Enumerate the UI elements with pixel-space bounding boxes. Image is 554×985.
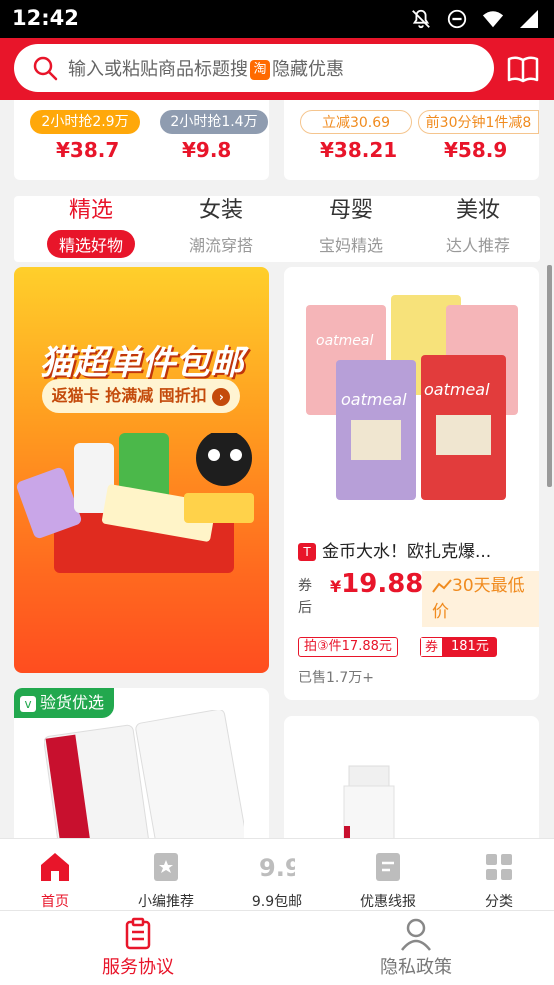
wifi-icon <box>482 8 504 30</box>
sold-count: 已售1.7万+ <box>298 670 374 686</box>
nav-category[interactable]: 分类 <box>444 849 554 911</box>
do-not-disturb-icon <box>446 8 468 30</box>
discount-tag: 前30分钟1件减8 <box>418 110 539 134</box>
price: ¥9.8 <box>182 138 232 162</box>
recommend-icon <box>154 853 178 881</box>
tab-featured[interactable]: 精选 精选好物 <box>26 196 156 258</box>
privacy-policy[interactable]: 隐私政策 <box>316 917 516 979</box>
service-agreement[interactable]: 服务协议 <box>38 917 238 979</box>
user-icon <box>401 918 431 951</box>
taobao-icon: 淘 <box>250 60 270 80</box>
arrow-right-icon: › <box>212 387 231 406</box>
product-title: T 金币大水！欧扎克爆... <box>298 537 491 562</box>
deals-icon <box>376 853 400 881</box>
content-feed[interactable]: 2小时抢2.9万 2小时抢1.4万 ¥38.7 ¥9.8 立减30.69 前30… <box>0 100 554 838</box>
tab-womens-clothing[interactable]: 女装 潮流穿搭 <box>156 196 286 258</box>
category-icon <box>486 854 512 880</box>
policy-bar: 服务协议 隐私政策 <box>0 910 554 985</box>
nav-nine-nine[interactable]: 9.9 9.9包邮 <box>222 849 332 911</box>
status-bar: 12:42 <box>0 0 554 38</box>
top-card-right[interactable]: 立减30.69 前30分钟1件减8 ¥38.21 ¥58.9 <box>284 100 539 180</box>
sales-tag: 2小时抢1.4万 <box>160 110 268 134</box>
tab-beauty[interactable]: 美妆 达人推荐 <box>416 196 540 258</box>
header: 输入或粘贴商品标题搜淘隐藏优惠 <box>0 38 554 100</box>
shield-check-icon: v <box>20 696 36 712</box>
search-icon <box>33 56 58 81</box>
coupon-after-label: 券后 <box>298 578 312 616</box>
banner-title: 猫超单件包邮 <box>39 343 244 383</box>
svg-text:oatmeal: oatmeal <box>424 380 490 399</box>
signal-icon <box>518 8 540 30</box>
category-tabs: 精选 精选好物 女装 潮流穿搭 母婴 宝妈精选 美妆 达人推荐 <box>14 196 540 262</box>
banner-subtitle: 返猫卡 抢满减 囤折扣 › <box>42 379 240 413</box>
price: ¥38.21 <box>320 138 398 162</box>
coupon-badge: 券 181元 <box>420 637 497 657</box>
price: ¥58.9 <box>444 138 508 162</box>
product-card[interactable]: oatmeal oatmeal oatmeal T 金币大水！欧扎克爆... 券后… <box>284 267 539 700</box>
status-time: 12:42 <box>12 6 79 30</box>
tmall-supermarket-banner[interactable]: 猫超单件包邮 返猫卡 抢满减 囤折扣 › <box>14 267 269 673</box>
search-placeholder: 输入或粘贴商品标题搜淘隐藏优惠 <box>68 59 344 80</box>
price: ¥38.7 <box>56 138 120 162</box>
svg-text:9.9: 9.9 <box>259 854 295 882</box>
sales-tag: 2小时抢2.9万 <box>30 110 140 134</box>
nav-editor-picks[interactable]: 小编推荐 <box>111 849 221 911</box>
book-icon[interactable] <box>506 52 540 86</box>
notifications-off-icon <box>410 8 432 30</box>
product-card-powerbank[interactable]: v 验货优选 <box>14 688 269 838</box>
document-icon <box>125 917 151 950</box>
search-bar[interactable]: 输入或粘贴商品标题搜淘隐藏优惠 <box>14 44 494 92</box>
scrollbar[interactable] <box>547 265 552 487</box>
nav-deals[interactable]: 优惠线报 <box>333 849 443 911</box>
product-image: oatmeal oatmeal oatmeal <box>306 295 518 500</box>
bottom-nav: 首页 小编推荐 9.9 9.9包邮 优惠线报 分类 <box>0 838 554 910</box>
product-price: ¥19.88 <box>330 569 424 599</box>
svg-text:oatmeal: oatmeal <box>316 333 373 349</box>
status-icons <box>410 8 540 30</box>
top-card-left[interactable]: 2小时抢2.9万 2小时抢1.4万 ¥38.7 ¥9.8 <box>14 100 269 180</box>
deal-badge: 拍③件17.88元 <box>298 637 398 657</box>
product-card-bottle[interactable] <box>284 716 539 838</box>
home-icon <box>41 853 69 881</box>
product-image <box>343 765 395 838</box>
tmall-icon: T <box>298 543 316 561</box>
nine-nine-icon: 9.9 <box>259 854 302 882</box>
product-image <box>44 710 244 838</box>
tab-mother-baby[interactable]: 母婴 宝妈精选 <box>286 196 416 258</box>
nav-home[interactable]: 首页 <box>0 849 110 911</box>
lowest-price-badge: 30天最低价 <box>422 571 539 627</box>
svg-text:oatmeal: oatmeal <box>341 390 407 409</box>
shopping-basket-illustration <box>16 433 254 573</box>
discount-tag: 立减30.69 <box>300 110 412 134</box>
trend-icon <box>432 579 452 593</box>
